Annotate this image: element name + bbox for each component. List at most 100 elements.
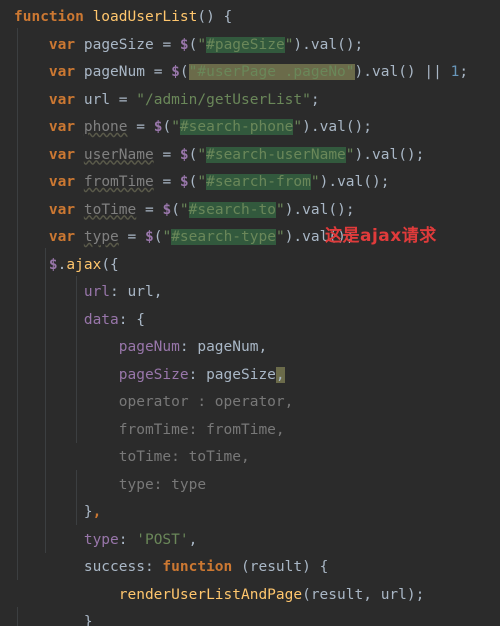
- token-punct: ();: [328, 201, 355, 218]
- token-selector-search-from: #search-from: [206, 174, 311, 190]
- token-punct: ).: [293, 36, 311, 53]
- code-line[interactable]: var fromTime = $("#search-from").val();: [0, 169, 500, 197]
- token-punct: :: [188, 366, 207, 383]
- token-key-toTime: toTime: toTime,: [118, 449, 250, 465]
- token-variable: pageNum: [83, 64, 145, 80]
- token-method-val: val: [302, 201, 329, 218]
- code-line[interactable]: success: function (result) {: [0, 554, 500, 582]
- token-punct: :: [144, 559, 163, 575]
- token-punct: ).: [354, 64, 372, 80]
- token-string-quote: ": [345, 146, 355, 163]
- code-line[interactable]: type: type: [0, 472, 500, 500]
- token-variable-unused: fromTime: [83, 174, 154, 190]
- token-punct: ,: [363, 586, 381, 603]
- token-string-post: 'POST': [136, 531, 189, 548]
- code-line[interactable]: var toTime = $("#search-to").val();: [0, 197, 500, 225]
- token-key-type: type: [83, 531, 119, 548]
- token-operator: =: [162, 36, 172, 53]
- token-jquery-dollar: $: [179, 174, 189, 190]
- token-string-url: "/admin/getUserList": [136, 91, 311, 108]
- token-punct: () {: [197, 9, 233, 25]
- code-line[interactable]: var pageSize = $("#pageSize").val();: [0, 32, 500, 60]
- code-line[interactable]: function loadUserList() {: [0, 4, 500, 32]
- token-arg-url: url: [380, 586, 407, 603]
- token-method-ajax: ajax: [66, 256, 102, 273]
- token-method-val: val: [310, 36, 338, 53]
- token-jquery-dollar: $: [144, 229, 154, 245]
- code-line[interactable]: },: [0, 499, 500, 527]
- token-punct: :: [179, 339, 198, 355]
- token-keyword-var: var: [48, 201, 76, 218]
- code-line[interactable]: type: 'POST',: [0, 527, 500, 555]
- token-string-quote: ": [197, 174, 207, 190]
- token-selector-pageSize: #pageSize: [206, 36, 285, 53]
- code-line[interactable]: var pageNum = $("#userPage .pageNo").val…: [0, 59, 500, 87]
- token-key-fromTime: fromTime: fromTime,: [118, 421, 285, 438]
- token-operator: =: [144, 201, 154, 218]
- token-key-pageSize: pageSize: [118, 366, 189, 383]
- token-string-quote: ": [275, 201, 285, 218]
- token-key-success: success: [83, 559, 145, 575]
- token-variable-unused: phone: [83, 119, 128, 135]
- code-line[interactable]: pageSize: pageSize,: [0, 362, 500, 390]
- token-punct: }: [83, 614, 93, 626]
- code-line[interactable]: var url = "/admin/getUserList";: [0, 87, 500, 115]
- code-lines[interactable]: function loadUserList() { var pageSize =…: [0, 0, 500, 626]
- token-operator: =: [153, 64, 163, 80]
- token-string-quote: ": [171, 119, 180, 135]
- token-punct: ;: [459, 64, 469, 80]
- token-string-quote: ": [162, 229, 172, 245]
- token-value-pageSize: pageSize: [206, 366, 276, 383]
- code-line[interactable]: toTime: toTime,: [0, 444, 500, 472]
- code-editor[interactable]: function loadUserList() { var pageSize =…: [0, 0, 500, 626]
- token-keyword-function: function: [14, 9, 84, 25]
- token-string-quote: ": [310, 174, 320, 190]
- code-line[interactable]: data: {: [0, 307, 500, 335]
- code-line[interactable]: renderUserListAndPage(result, url);: [0, 582, 500, 610]
- token-operator: =: [136, 119, 145, 135]
- token-punct: : {: [118, 311, 145, 328]
- token-method-val: val: [372, 146, 399, 163]
- token-punct: ();: [345, 119, 373, 135]
- token-jquery-dollar: $: [179, 146, 189, 163]
- token-arg-result: result: [310, 586, 364, 603]
- token-param-result: result: [249, 559, 303, 575]
- token-punct: :: [110, 284, 128, 300]
- token-punct: );: [406, 586, 425, 603]
- token-method-val: val: [337, 174, 364, 190]
- code-line[interactable]: pageNum: pageNum,: [0, 334, 500, 362]
- code-line[interactable]: }: [0, 609, 500, 626]
- code-line[interactable]: operator : operator,: [0, 389, 500, 417]
- text-caret: ,: [275, 366, 285, 383]
- token-punct: ({: [101, 256, 119, 273]
- token-string-quote: ": [275, 229, 285, 245]
- token-keyword-var: var: [48, 174, 76, 190]
- token-punct: ).: [319, 174, 338, 190]
- code-line[interactable]: $.ajax({: [0, 252, 500, 280]
- token-operator: =: [118, 91, 128, 108]
- token-jquery-dollar: $: [171, 64, 180, 80]
- token-punct: (): [398, 64, 425, 80]
- token-punct: ,: [258, 339, 268, 355]
- token-variable: pageSize: [83, 36, 154, 53]
- token-key-type: type: type: [118, 476, 207, 493]
- token-value-pageNum: pageNum: [197, 339, 259, 355]
- code-line[interactable]: fromTime: fromTime,: [0, 417, 500, 445]
- token-punct: ;: [310, 91, 320, 108]
- code-line[interactable]: var phone = $("#search-phone").val();: [0, 114, 500, 142]
- token-key-pageNum: pageNum: [118, 339, 180, 355]
- token-punct-comma: ,: [92, 504, 102, 520]
- token-punct: }: [83, 504, 93, 520]
- token-operator-or: ||: [424, 64, 442, 80]
- token-key-operator: operator : operator,: [118, 394, 294, 410]
- code-line[interactable]: url: url,: [0, 279, 500, 307]
- token-string-quote: ": [179, 201, 189, 218]
- token-selector-search-to: #search-to: [188, 201, 276, 218]
- token-punct: ();: [398, 146, 425, 163]
- token-punct: ).: [354, 146, 372, 163]
- token-jquery-dollar: $: [162, 201, 172, 218]
- token-punct: ,: [153, 284, 163, 300]
- code-line[interactable]: var userName = $("#search-userName").val…: [0, 142, 500, 170]
- token-punct: ,: [188, 531, 198, 548]
- token-keyword-var: var: [48, 146, 76, 163]
